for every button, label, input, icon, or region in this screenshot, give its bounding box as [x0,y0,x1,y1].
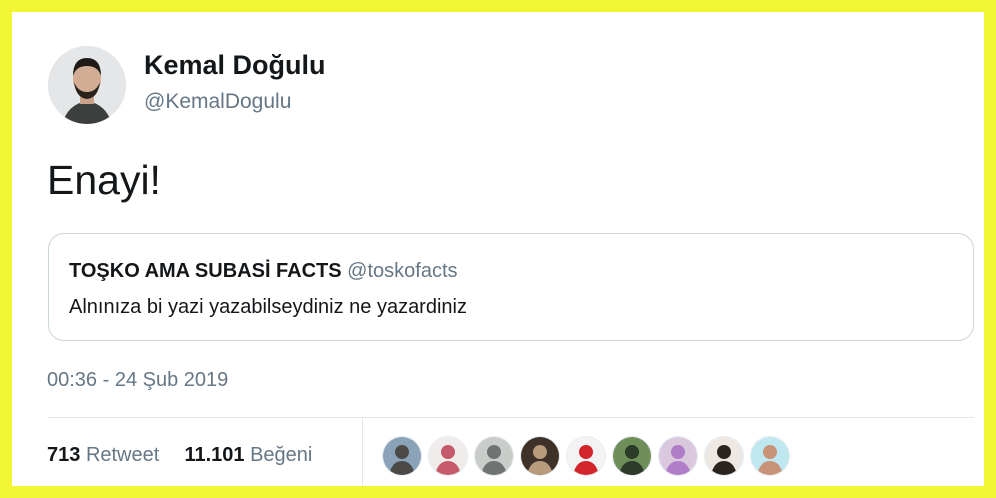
quoted-tweet-handle: @toskofacts [347,260,458,282]
engagement-stats: 713 Retweet 11.101 Beğeni [47,444,312,467]
liker-avatar-image [521,437,559,475]
liker-avatar-image [383,437,421,475]
liker-avatar-image [705,437,743,475]
liker-avatar-image [659,437,697,475]
author-avatar-image [48,46,126,124]
like-stat[interactable]: 11.101 Beğeni [184,444,312,466]
retweet-stat[interactable]: 713 Retweet [47,444,165,466]
liker-avatar-image [429,437,467,475]
like-label: Beğeni [250,444,313,466]
quoted-tweet-header: TOŞKO AMA SUBASİ FACTS @toskofacts [69,260,458,283]
quoted-tweet-name: TOŞKO AMA SUBASİ FACTS [69,260,342,282]
liker-avatar[interactable] [658,436,698,476]
quoted-tweet[interactable]: TOŞKO AMA SUBASİ FACTS @toskofacts Alnın… [48,233,974,341]
liker-avatar-image [475,437,513,475]
stats-divider [362,418,363,486]
author-handle[interactable]: @KemalDogulu [144,90,291,114]
liker-avatars [382,436,796,476]
tweet-card: Kemal Doğulu @KemalDogulu Enayi! TOŞKO A… [12,12,984,486]
liker-avatar[interactable] [704,436,744,476]
liker-avatar[interactable] [520,436,560,476]
liker-avatar-image [567,437,605,475]
quoted-tweet-text: Alnınıza bi yazi yazabilseydiniz ne yaza… [69,296,467,318]
liker-avatar[interactable] [750,436,790,476]
author-name[interactable]: Kemal Doğulu [144,50,326,81]
author-avatar[interactable] [48,46,126,124]
liker-avatar[interactable] [566,436,606,476]
tweet-text: Enayi! [47,157,161,203]
divider [48,417,974,418]
liker-avatar-image [613,437,651,475]
liker-avatar[interactable] [474,436,514,476]
liker-avatar[interactable] [428,436,468,476]
liker-avatar[interactable] [382,436,422,476]
tweet-timestamp[interactable]: 00:36 - 24 Şub 2019 [47,369,228,392]
liker-avatar[interactable] [612,436,652,476]
retweet-label: Retweet [85,444,160,466]
like-count: 11.101 [184,444,245,466]
retweet-count: 713 [47,444,81,466]
liker-avatar-image [751,437,789,475]
